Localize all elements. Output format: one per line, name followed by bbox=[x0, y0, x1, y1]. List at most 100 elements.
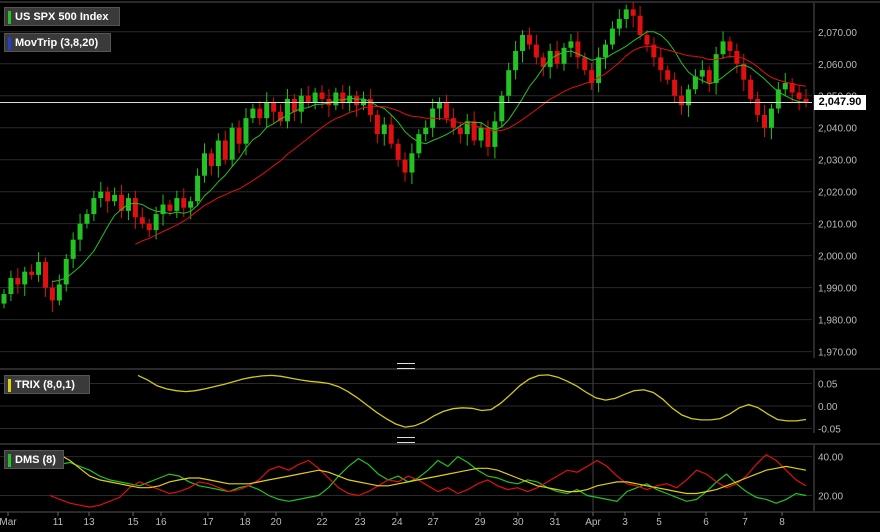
candle-body bbox=[202, 153, 207, 176]
candle-body bbox=[77, 223, 83, 240]
y-tick-label: 2,070.00 bbox=[818, 28, 857, 39]
candle-body bbox=[63, 258, 69, 285]
main-legend[interactable]: US SPX 500 Index bbox=[4, 7, 120, 26]
candle-body bbox=[222, 140, 228, 160]
candle-body bbox=[229, 127, 235, 160]
candle-body bbox=[437, 102, 443, 109]
candle-body bbox=[257, 108, 263, 119]
pane-resize-handle[interactable] bbox=[397, 437, 415, 443]
main-legend-swatch bbox=[8, 11, 11, 24]
candle-body bbox=[513, 50, 519, 71]
pane-resize-handle[interactable] bbox=[397, 363, 415, 369]
x-tick-label: 24 bbox=[391, 517, 403, 528]
x-tick-label: 3 bbox=[622, 517, 628, 528]
x-tick-label: 8 bbox=[779, 517, 785, 528]
candle-body bbox=[526, 34, 532, 45]
candle-body bbox=[423, 127, 429, 135]
y-tick-label: 0.05 bbox=[818, 380, 838, 391]
candle-body bbox=[49, 287, 55, 301]
candle-body bbox=[8, 278, 14, 295]
y-tick-label: 2,000.00 bbox=[818, 252, 857, 263]
candle-body bbox=[188, 201, 194, 208]
candle-body bbox=[271, 102, 277, 112]
candle-body bbox=[706, 70, 712, 83]
candle-body bbox=[748, 79, 754, 99]
x-tick-label: 30 bbox=[512, 517, 524, 528]
candle-body bbox=[658, 57, 664, 71]
candle-body bbox=[623, 9, 629, 19]
candle-body bbox=[568, 41, 574, 48]
candle-body bbox=[499, 95, 505, 122]
candle-body bbox=[22, 271, 28, 285]
x-tick-label: 11 bbox=[53, 517, 64, 528]
x-tick-label: 22 bbox=[316, 517, 328, 528]
candle-body bbox=[596, 57, 602, 83]
candle-body bbox=[533, 44, 539, 58]
dms-legend-label: DMS (8) bbox=[15, 454, 56, 466]
x-tick-label: 17 bbox=[202, 517, 214, 528]
candle-body bbox=[153, 214, 159, 231]
candle-body bbox=[796, 92, 802, 99]
y-tick-label: 20.00 bbox=[818, 491, 843, 502]
candle-body bbox=[768, 108, 774, 128]
candle-body bbox=[195, 175, 201, 202]
x-tick-label: 6 bbox=[703, 517, 709, 528]
y-tick-label: 2,060.00 bbox=[818, 60, 857, 71]
candle-body bbox=[250, 108, 256, 119]
candle-body bbox=[457, 127, 463, 135]
candle-body bbox=[139, 217, 145, 224]
x-tick-label: 18 bbox=[239, 517, 251, 528]
candle-body bbox=[520, 34, 526, 51]
candle-body bbox=[762, 114, 768, 128]
price-badge: 2,047.90 bbox=[814, 95, 866, 110]
candle-body bbox=[402, 159, 408, 173]
candle-body bbox=[29, 271, 35, 275]
y-tick-label: 2,010.00 bbox=[818, 220, 857, 231]
candle-body bbox=[84, 214, 90, 224]
candle-body bbox=[312, 92, 318, 103]
candle-body bbox=[603, 44, 608, 58]
movtrip-legend[interactable]: MovTrip (3,8,20) bbox=[4, 33, 111, 52]
candle-body bbox=[208, 153, 214, 167]
y-tick-label: 2,020.00 bbox=[818, 188, 857, 199]
candle-body bbox=[713, 54, 719, 83]
candle-body bbox=[727, 41, 733, 51]
candle-body bbox=[15, 278, 21, 285]
x-tick-label: Mar bbox=[0, 517, 17, 528]
candle-body bbox=[388, 124, 394, 144]
candle-body bbox=[167, 204, 173, 211]
movtrip-legend-label: MovTrip (3,8,20) bbox=[15, 37, 99, 49]
candle-body bbox=[492, 121, 498, 147]
candle-body bbox=[215, 140, 221, 167]
candle-body bbox=[672, 79, 678, 96]
candle-body bbox=[755, 98, 761, 115]
candle-body bbox=[181, 198, 187, 208]
candle-body bbox=[305, 95, 311, 103]
trix-legend[interactable]: TRIX (8,0,1) bbox=[4, 375, 90, 394]
candle-body bbox=[409, 153, 415, 173]
candle-body bbox=[699, 70, 705, 77]
candle-body bbox=[1, 294, 7, 304]
dms-legend[interactable]: DMS (8) bbox=[4, 450, 64, 469]
candle-body bbox=[42, 262, 48, 288]
candle-body bbox=[174, 198, 180, 211]
x-tick-label: 15 bbox=[127, 517, 139, 528]
y-tick-label: 2,030.00 bbox=[818, 156, 857, 167]
x-tick-label: 27 bbox=[427, 517, 439, 528]
candle-body bbox=[354, 95, 360, 106]
dms-legend-swatch bbox=[8, 454, 11, 467]
y-tick-label: -0.05 bbox=[818, 425, 841, 436]
movtrip-legend-swatch bbox=[8, 37, 11, 50]
y-tick-label: 40.00 bbox=[818, 453, 843, 464]
chart-background bbox=[0, 0, 880, 532]
candle-body bbox=[630, 9, 636, 16]
y-tick-label: 0.00 bbox=[818, 402, 838, 413]
y-tick-label: 2,040.00 bbox=[818, 124, 857, 135]
candle-body bbox=[112, 194, 118, 202]
candle-body bbox=[679, 95, 685, 106]
candle-body bbox=[319, 92, 325, 99]
candle-body bbox=[146, 223, 152, 231]
candle-body bbox=[644, 34, 650, 45]
candle-body bbox=[132, 198, 138, 218]
candle-body bbox=[561, 47, 567, 64]
